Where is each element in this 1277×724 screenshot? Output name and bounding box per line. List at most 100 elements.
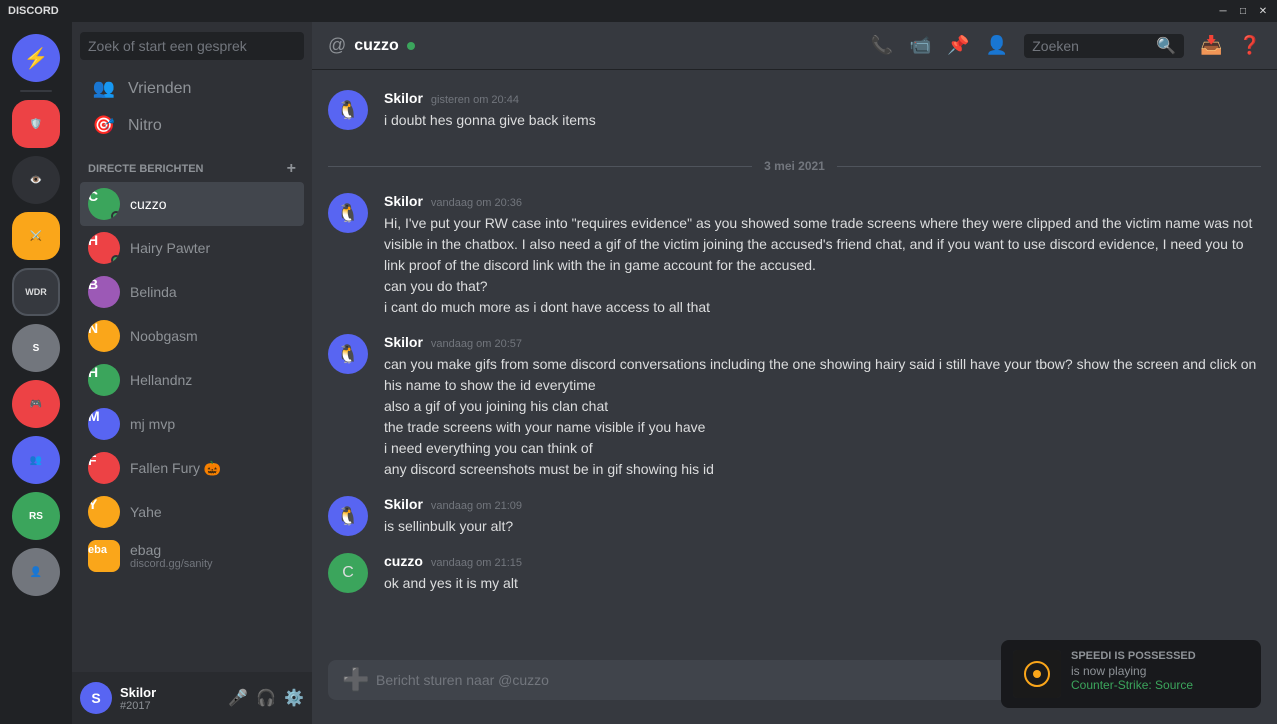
server-icon-4[interactable]: WDR xyxy=(12,268,60,316)
message-username-5: cuzzo xyxy=(384,553,423,569)
dm-avatar-noobgasm: N xyxy=(88,320,120,352)
attach-button[interactable]: ➕ xyxy=(344,668,368,692)
message-timestamp-2: vandaag om 20:36 xyxy=(431,197,522,209)
message-content-1: i doubt hes gonna give back items xyxy=(384,110,1261,131)
message-content-5: ok and yes it is my alt xyxy=(384,573,1261,594)
close-button[interactable]: ✕ xyxy=(1257,5,1269,17)
server-icon-9[interactable]: 👤 xyxy=(12,548,60,596)
message-group-2: 🐧 Skilor vandaag om 20:36 Hi, I've put y… xyxy=(312,189,1277,322)
call-button[interactable]: 📞 xyxy=(871,35,893,56)
nav-label-friends: Vrienden xyxy=(128,80,191,98)
dm-name-noobgasm: Noobgasm xyxy=(130,328,198,344)
add-friend-button[interactable]: 👤 xyxy=(986,35,1008,56)
message-username-3: Skilor xyxy=(384,334,423,350)
dm-subtext-ebag: discord.gg/sanity xyxy=(130,558,213,570)
title-bar: DISCORD ─ □ ✕ xyxy=(0,0,1277,22)
message-group-4: 🐧 Skilor vandaag om 21:09 is sellinbulk … xyxy=(312,492,1277,541)
chat-search-box[interactable]: 🔍 xyxy=(1024,34,1184,58)
dm-section: 👥 Vrienden 🎯 Nitro DIRECTE BERICHTEN + C… xyxy=(72,70,312,672)
message-timestamp-5: vandaag om 21:15 xyxy=(431,557,522,569)
user-actions: 🎤 🎧 ⚙️ xyxy=(228,688,304,708)
chat-area: @ cuzzo 📞 📹 📌 👤 🔍 📥 ❓ 🐧 xyxy=(312,22,1277,724)
dm-avatar-mj-mvp: M xyxy=(88,408,120,440)
message-avatar-1: 🐧 xyxy=(328,90,368,130)
dm-avatar-fallen-fury: F xyxy=(88,452,120,484)
dm-item-mj-mvp[interactable]: M mj mvp xyxy=(80,402,304,446)
app-title: DISCORD xyxy=(8,5,59,17)
pin-button[interactable]: 📌 xyxy=(947,35,969,56)
now-playing-game: Counter-Strike: Source xyxy=(1071,678,1249,692)
chat-recipient-name: cuzzo xyxy=(354,37,398,55)
dm-icon: @ xyxy=(328,35,346,56)
message-avatar-5: C xyxy=(328,553,368,593)
chat-search-input[interactable] xyxy=(1032,38,1152,54)
minimize-button[interactable]: ─ xyxy=(1217,5,1229,17)
now-playing-user: Speedi is possessed xyxy=(1071,650,1249,662)
message-header-3: Skilor vandaag om 20:57 xyxy=(384,334,1261,350)
dm-avatar-cuzzo: C xyxy=(88,188,120,220)
user-name: Skilor xyxy=(120,685,220,700)
dm-item-ebag[interactable]: eba ebag discord.gg/sanity xyxy=(80,534,304,578)
search-input[interactable] xyxy=(80,32,304,60)
dm-item-hellandnz[interactable]: H Hellandnz xyxy=(80,358,304,402)
message-avatar-4: 🐧 xyxy=(328,496,368,536)
now-playing-notification: Speedi is possessed is now playing Count… xyxy=(1001,640,1261,708)
server-icon-1[interactable]: 🛡️ xyxy=(12,100,60,148)
date-divider-text: 3 mei 2021 xyxy=(752,159,837,173)
message-header-4: Skilor vandaag om 21:09 xyxy=(384,496,1261,512)
now-playing-thumb-art xyxy=(1013,650,1061,698)
now-playing-action: is now playing xyxy=(1071,664,1249,678)
user-panel: S Skilor #2017 🎤 🎧 ⚙️ xyxy=(72,672,312,724)
dm-name-hellandnz: Hellandnz xyxy=(130,372,192,388)
server-icon-6[interactable]: 🎮 xyxy=(12,380,60,428)
server-icon-5[interactable]: S xyxy=(12,324,60,372)
dm-name-mj-mvp: mj mvp xyxy=(130,416,175,432)
message-avatar-3: 🐧 xyxy=(328,334,368,374)
nitro-icon: 🎯 xyxy=(92,115,116,136)
dm-item-hairy-pawter[interactable]: H Hairy Pawter xyxy=(80,226,304,270)
deafen-button[interactable]: 🎧 xyxy=(256,688,276,708)
dm-item-fallen-fury[interactable]: F Fallen Fury 🎃 xyxy=(80,446,304,490)
server-icon-7[interactable]: 👥 xyxy=(12,436,60,484)
video-button[interactable]: 📹 xyxy=(909,35,931,56)
inbox-button[interactable]: 📥 xyxy=(1200,35,1222,56)
message-timestamp-3: vandaag om 20:57 xyxy=(431,338,522,350)
search-bar[interactable] xyxy=(72,22,312,70)
discord-home-button[interactable]: ⚡ xyxy=(12,34,60,82)
nav-item-friends[interactable]: 👥 Vrienden xyxy=(80,70,304,107)
message-group-1: 🐧 Skilor gisteren om 20:44 i doubt hes g… xyxy=(312,86,1277,135)
dm-item-yahe[interactable]: Y Yahe xyxy=(80,490,304,534)
message-username-1: Skilor xyxy=(384,90,423,106)
dm-avatar-ebag: eba xyxy=(88,540,120,572)
message-content-4: is sellinbulk your alt? xyxy=(384,516,1261,537)
add-dm-button[interactable]: + xyxy=(287,160,296,178)
maximize-button[interactable]: □ xyxy=(1237,5,1249,17)
app-container: ⚡ 🛡️ 👁️ ⚔️ WDR S 🎮 👥 RS 👤 👥 Vrienden 🎯 N… xyxy=(0,22,1277,724)
user-info: Skilor #2017 xyxy=(120,685,220,712)
dm-name-belinda: Belinda xyxy=(130,284,177,300)
message-avatar-2: 🐧 xyxy=(328,193,368,233)
recipient-status xyxy=(407,42,415,50)
nav-item-nitro[interactable]: 🎯 Nitro xyxy=(80,107,304,144)
server-icon-2[interactable]: 👁️ xyxy=(12,156,60,204)
dm-avatar-yahe: Y xyxy=(88,496,120,528)
server-separator xyxy=(20,90,52,92)
search-icon: 🔍 xyxy=(1156,36,1176,56)
server-icon-8[interactable]: RS xyxy=(12,492,60,540)
help-button[interactable]: ❓ xyxy=(1239,35,1261,56)
dm-item-cuzzo[interactable]: C cuzzo xyxy=(80,182,304,226)
messages-area: 🐧 Skilor gisteren om 20:44 i doubt hes g… xyxy=(312,70,1277,660)
server-icon-3[interactable]: ⚔️ xyxy=(12,212,60,260)
dm-item-noobgasm[interactable]: N Noobgasm xyxy=(80,314,304,358)
mute-button[interactable]: 🎤 xyxy=(228,688,248,708)
window-controls: ─ □ ✕ xyxy=(1217,5,1269,17)
message-content-3: can you make gifs from some discord conv… xyxy=(384,354,1261,480)
message-group-5: C cuzzo vandaag om 21:15 ok and yes it i… xyxy=(312,549,1277,598)
chat-header-actions: 📞 📹 📌 👤 🔍 📥 ❓ xyxy=(871,34,1261,58)
dm-section-header: DIRECTE BERICHTEN + xyxy=(72,144,312,182)
dm-item-belinda[interactable]: B Belinda xyxy=(80,270,304,314)
date-divider: 3 mei 2021 xyxy=(312,151,1277,181)
settings-button[interactable]: ⚙️ xyxy=(284,688,304,708)
dm-avatar-hairy-pawter: H xyxy=(88,232,120,264)
chat-header: @ cuzzo 📞 📹 📌 👤 🔍 📥 ❓ xyxy=(312,22,1277,70)
